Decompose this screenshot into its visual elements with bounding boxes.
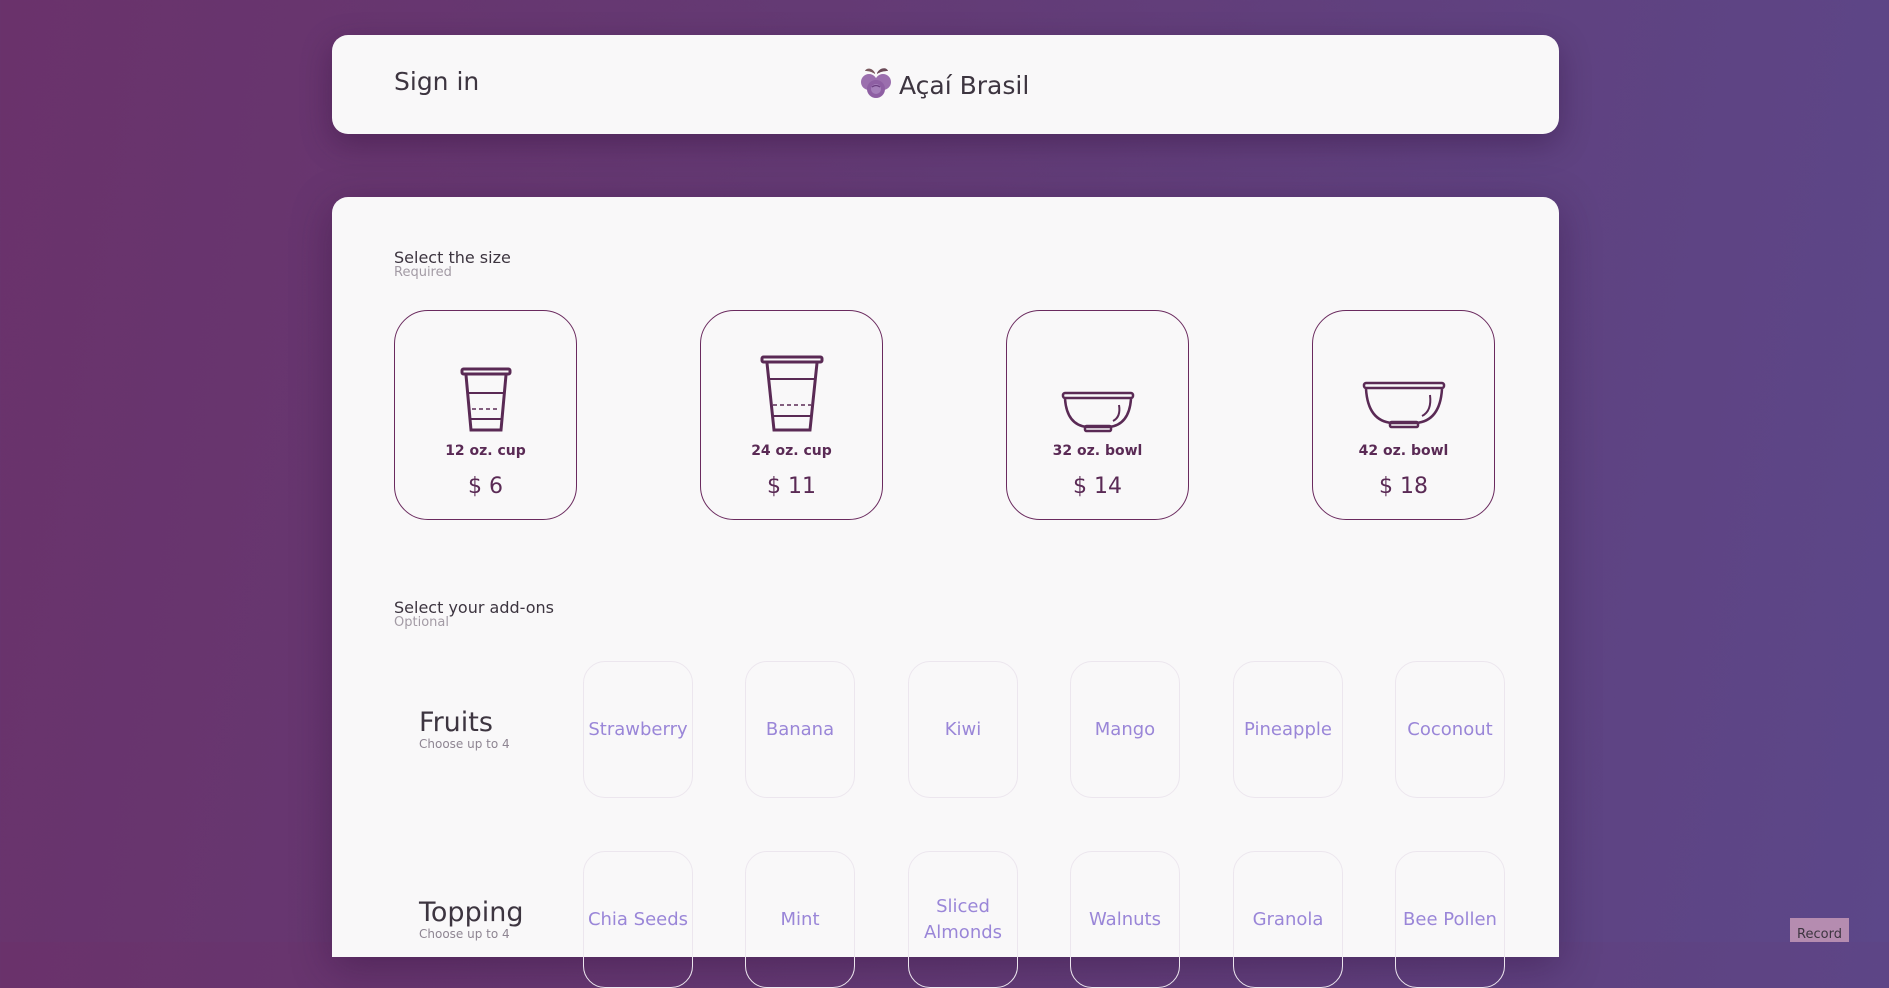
- addons-section-subtitle: Optional: [394, 615, 449, 630]
- addon-kiwi[interactable]: Kiwi: [908, 661, 1018, 798]
- small-bowl-icon: [1007, 353, 1188, 433]
- order-panel: Select the size Required 12 oz. cup $ 6: [332, 197, 1559, 988]
- addon-chia-seeds[interactable]: Chia Seeds: [583, 851, 693, 988]
- addon-banana[interactable]: Banana: [745, 661, 855, 798]
- fruits-group-title: Fruits: [419, 707, 493, 738]
- addon-bee-pollen[interactable]: Bee Pollen: [1395, 851, 1505, 988]
- size-price: $ 18: [1379, 474, 1428, 499]
- top-bar: Sign in Açaí Brasil: [332, 35, 1559, 134]
- record-button[interactable]: Record: [1790, 918, 1849, 942]
- addon-granola[interactable]: Granola: [1233, 851, 1343, 988]
- addon-mango[interactable]: Mango: [1070, 661, 1180, 798]
- large-bowl-icon: [1313, 349, 1494, 429]
- size-option-32oz-bowl[interactable]: 32 oz. bowl $ 14: [1006, 310, 1189, 520]
- brand-name: Açaí Brasil: [899, 70, 1030, 100]
- size-price: $ 11: [767, 474, 816, 499]
- large-cup-icon: [701, 353, 882, 433]
- size-name: 32 oz. bowl: [1052, 443, 1143, 459]
- fruits-group-subtitle: Choose up to 4: [419, 737, 510, 751]
- size-name: 12 oz. cup: [445, 443, 526, 459]
- addon-coconout[interactable]: Coconout: [1395, 661, 1505, 798]
- addon-pineapple[interactable]: Pineapple: [1233, 661, 1343, 798]
- size-option-42oz-bowl[interactable]: 42 oz. bowl $ 18: [1312, 310, 1495, 520]
- addon-walnuts[interactable]: Walnuts: [1070, 851, 1180, 988]
- size-price: $ 14: [1073, 474, 1122, 499]
- addon-mint[interactable]: Mint: [745, 851, 855, 988]
- size-name: 24 oz. cup: [751, 443, 832, 459]
- sign-in-link[interactable]: Sign in: [394, 67, 479, 96]
- size-section-subtitle: Required: [394, 265, 452, 280]
- size-price: $ 6: [468, 474, 503, 499]
- acai-berry-icon: [858, 65, 894, 105]
- topping-group-subtitle: Choose up to 4: [419, 927, 510, 941]
- size-name: 42 oz. bowl: [1358, 443, 1449, 459]
- brand[interactable]: Açaí Brasil: [858, 65, 1029, 105]
- small-cup-icon: [395, 353, 576, 433]
- topping-group-title: Topping: [419, 897, 524, 928]
- addon-strawberry[interactable]: Strawberry: [583, 661, 693, 798]
- size-option-12oz-cup[interactable]: 12 oz. cup $ 6: [394, 310, 577, 520]
- addon-sliced-almonds[interactable]: Sliced Almonds: [908, 851, 1018, 988]
- size-option-24oz-cup[interactable]: 24 oz. cup $ 11: [700, 310, 883, 520]
